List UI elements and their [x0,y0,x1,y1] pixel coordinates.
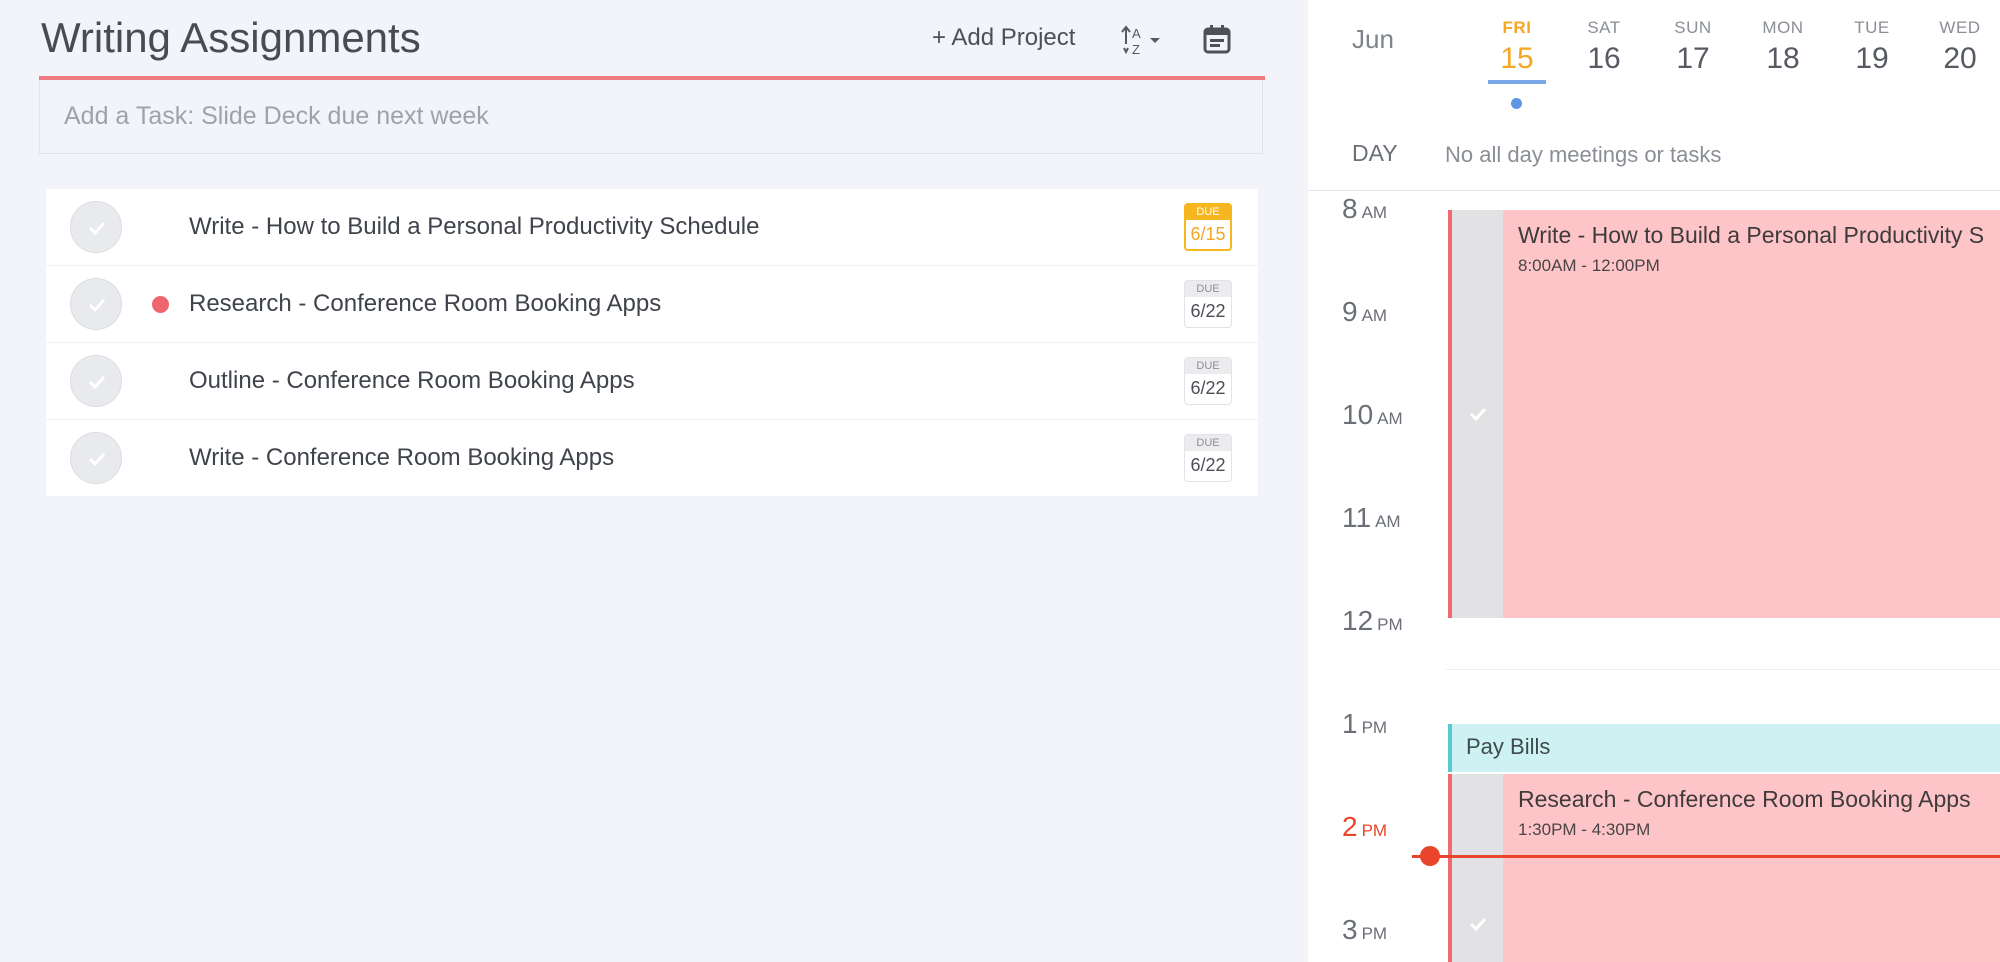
sort-button[interactable]: A Z [1118,24,1168,58]
task-title[interactable]: Research - Conference Room Booking Apps [189,290,661,318]
hour-label: 1 PM [1342,708,1388,739]
due-label: DUE [1185,281,1231,297]
hour-label: 12 PM [1342,605,1403,636]
due-date: 6/15 [1190,224,1226,244]
due-date: 6/22 [1190,455,1226,475]
task-title[interactable]: Write - How to Build a Personal Producti… [189,213,759,241]
due-label: DUE [1185,435,1231,451]
due-date-badge[interactable]: DUE 6/22 [1184,357,1232,405]
task-list: Write - How to Build a Personal Producti… [46,189,1258,496]
month-label: Jun [1352,24,1394,54]
allday-label: DAY [1352,140,1398,166]
complete-task-button[interactable] [70,432,122,484]
priority-indicator [152,296,169,313]
day-name: FRI [1502,18,1532,37]
task-row[interactable]: Write - Conference Room Booking Apps DUE… [46,420,1258,496]
hour-label: 10 AM [1342,399,1403,430]
event-complete-toggle[interactable] [1452,210,1503,618]
day-column-wed[interactable]: WED 20 [1925,18,1995,76]
day-number: 18 [1766,42,1800,75]
due-label: DUE [1185,358,1231,374]
day-column-fri[interactable]: FRI 15 [1482,18,1552,76]
calendar-panel: Jun FRI 15 SAT 16 SUN 17 MON 18 TUE 19 W… [1308,0,2000,962]
project-title: Writing Assignments [41,14,421,61]
complete-task-button[interactable] [70,201,122,253]
add-task-input[interactable] [40,80,1262,153]
calendar-event[interactable]: Write - How to Build a Personal Producti… [1448,210,2000,618]
hour-label: 8 AM [1342,193,1388,224]
hour-label: 3 PM [1342,914,1388,945]
task-row[interactable]: Research - Conference Room Booking Apps … [46,266,1258,343]
day-name: MON [1762,18,1804,37]
hour-label: 9 AM [1342,296,1388,327]
event-title: Pay Bills [1466,734,1551,759]
due-date-badge[interactable]: DUE 6/22 [1184,280,1232,328]
due-label: DUE [1186,205,1230,220]
task-row[interactable]: Write - How to Build a Personal Producti… [46,189,1258,266]
event-complete-toggle[interactable] [1452,774,1503,962]
day-column-sat[interactable]: SAT 16 [1569,18,1639,76]
calendar-event[interactable]: Research - Conference Room Booking Apps … [1448,774,2000,962]
current-time-line [1412,855,2000,858]
day-column-sun[interactable]: SUN 17 [1658,18,1728,76]
hour-gridline [1446,669,2000,670]
complete-task-button[interactable] [70,278,122,330]
hour-label-current: 2 PM [1342,811,1388,842]
due-date-badge[interactable]: DUE 6/22 [1184,434,1232,482]
svg-text:Z: Z [1132,42,1140,57]
checkmark-icon [1469,917,1487,932]
day-number: 15 [1500,42,1534,75]
sort-az-icon: A Z [1121,25,1160,57]
day-number: 17 [1676,42,1710,75]
task-title[interactable]: Outline - Conference Room Booking Apps [189,367,635,395]
day-name: SUN [1674,18,1712,37]
task-title[interactable]: Write - Conference Room Booking Apps [189,444,614,472]
allday-divider [1308,190,2000,191]
add-project-button[interactable]: + Add Project [932,24,1075,52]
day-number: 20 [1943,42,1977,75]
day-name: SAT [1587,18,1621,37]
day-name: TUE [1854,18,1890,37]
event-title: Write - How to Build a Personal Producti… [1518,222,1985,248]
day-number: 19 [1855,42,1889,75]
calendar-task-event[interactable]: Pay Bills [1448,724,2000,772]
day-column-mon[interactable]: MON 18 [1748,18,1818,76]
current-time-dot [1420,846,1440,866]
checkmark-icon [88,221,106,236]
day-name: WED [1939,18,1981,37]
day-number: 16 [1587,42,1621,75]
checkmark-icon [1469,407,1487,422]
event-time: 8:00AM - 12:00PM [1518,256,1660,275]
svg-text:A: A [1132,26,1141,41]
allday-empty-text: No all day meetings or tasks [1445,142,1722,167]
complete-task-button[interactable] [70,355,122,407]
project-panel: Writing Assignments + Add Project A Z Ad… [0,0,1308,962]
due-date-badge[interactable]: DUE 6/15 [1184,203,1232,251]
calendar-icon[interactable] [1202,24,1232,54]
event-title: Research - Conference Room Booking Apps [1518,786,1971,812]
event-indicator-dot [1511,98,1522,109]
due-date: 6/22 [1190,378,1226,398]
due-date: 6/22 [1190,301,1226,321]
checkmark-icon [88,375,106,390]
hour-label: 11 AM [1342,502,1401,533]
add-task-field[interactable] [39,80,1263,154]
task-row[interactable]: Outline - Conference Room Booking Apps D… [46,343,1258,420]
checkmark-icon [88,452,106,467]
checkmark-icon [88,298,106,313]
day-column-tue[interactable]: TUE 19 [1837,18,1907,76]
event-time: 1:30PM - 4:30PM [1518,820,1651,839]
selected-day-underline [1488,80,1546,84]
